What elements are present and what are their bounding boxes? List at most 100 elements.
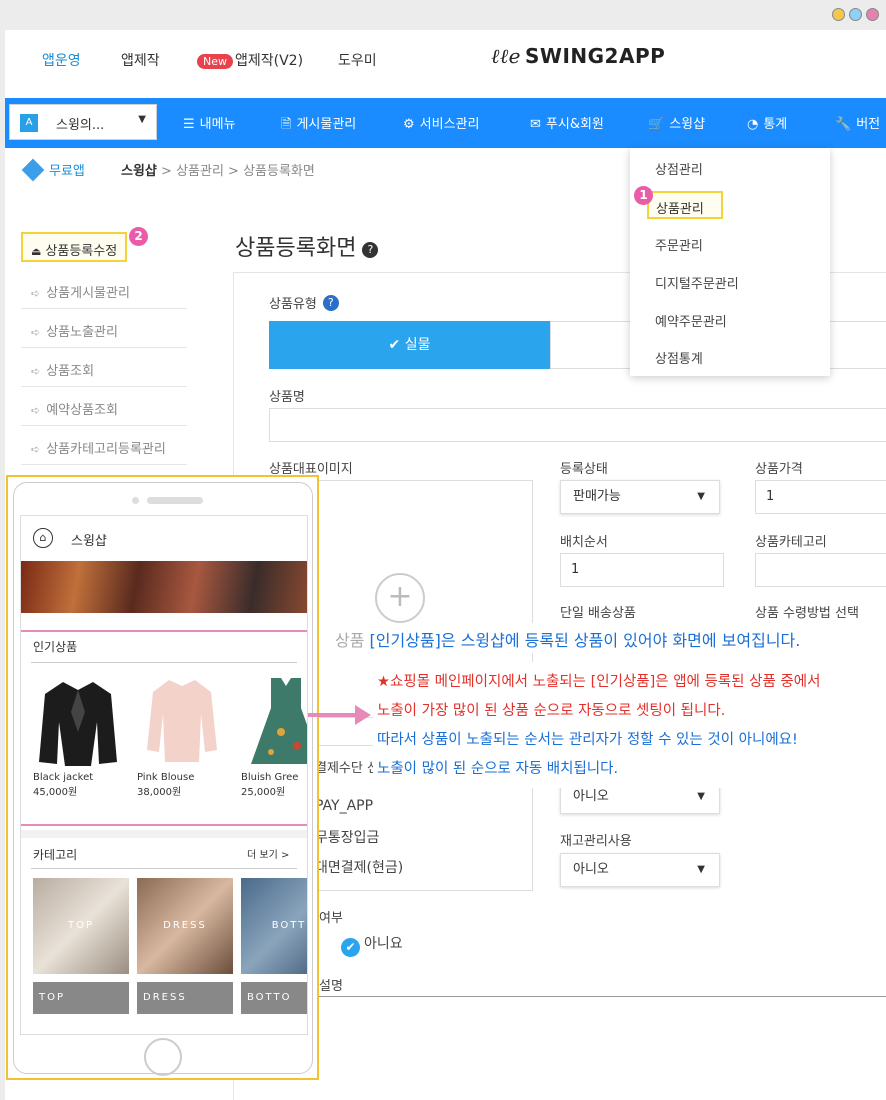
app-selector[interactable]: A 스윙의... ▼ bbox=[9, 104, 157, 140]
nav-app-operation[interactable]: 앱운영 bbox=[42, 50, 81, 70]
page-title: 상품등록화면? bbox=[235, 230, 379, 262]
menu-swing-shop[interactable]: 🛒 스윙샵 bbox=[648, 113, 705, 132]
nav-app-create[interactable]: 앱제작 bbox=[121, 50, 160, 70]
callout-line-4: 따라서 상품이 노출되는 순서는 관리자가 정할 수 있는 것이 아니에요! bbox=[377, 732, 798, 748]
radio-no[interactable]: ✔ 아니요 bbox=[341, 933, 403, 957]
shop-name: 스윙샵 bbox=[71, 534, 107, 549]
select-value: 아니오 bbox=[573, 789, 609, 804]
dropdown-item-shop-stats[interactable]: 상점통계 bbox=[655, 348, 703, 367]
minimize-dot-icon[interactable] bbox=[832, 8, 845, 21]
menu-label: 통계 bbox=[763, 117, 788, 132]
menu-my-menu[interactable]: ☰ 내메뉴 bbox=[183, 113, 236, 132]
breadcrumb-path: 스윙샵 > 상품관리 > 상품등록화면 bbox=[121, 160, 315, 179]
callout-line-5: 노출이 많이 된 순으로 자동 배치됩니다. bbox=[377, 761, 619, 777]
price-label: 상품가격 bbox=[755, 462, 803, 477]
phone-screen: ⌂ 스윙샵 인기상품 Black jacket 45,000원 Pink Blo… bbox=[20, 515, 308, 1035]
menu-stats[interactable]: ◔ 통계 bbox=[747, 113, 787, 132]
app-icon: A bbox=[20, 114, 38, 132]
help-icon[interactable]: ? bbox=[362, 242, 379, 258]
dropdown-item-digital-order[interactable]: 디지털주문관리 bbox=[655, 273, 739, 292]
product-name-input[interactable] bbox=[269, 408, 886, 442]
sidebar-item-label: 상품등록수정 bbox=[45, 244, 118, 259]
callout-line-1: [인기상품]은 스윙샵에 등록된 상품이 있어야 화면에 보여집니다. bbox=[369, 631, 801, 650]
option-yesno-label: 여부 bbox=[319, 911, 343, 926]
menu-label: 푸시&회원 bbox=[545, 117, 604, 132]
single-ship-label: 단일 배송상품 bbox=[560, 606, 636, 621]
menu-label: 버전 bbox=[856, 117, 881, 132]
phone-mockup: ⌂ 스윙샵 인기상품 Black jacket 45,000원 Pink Blo… bbox=[13, 482, 313, 1076]
sidebar-item-label: 예약상품조회 bbox=[46, 403, 118, 418]
shop-banner[interactable] bbox=[21, 561, 307, 613]
crumb-product-mgmt[interactable]: 상품관리 bbox=[176, 164, 224, 179]
stock-select[interactable]: 아니오 ▼ bbox=[560, 853, 720, 887]
category-card-bottom[interactable]: BOTT BOTTO bbox=[241, 878, 307, 1014]
popular-products-highlight bbox=[21, 630, 307, 826]
close-dot-icon[interactable] bbox=[866, 8, 879, 21]
home-icon[interactable]: ⌂ bbox=[33, 528, 53, 548]
sidebar-item-product-register[interactable]: ⏏ 상품등록수정 bbox=[21, 232, 128, 262]
category-card-dress[interactable]: DRESS DRESS bbox=[137, 878, 233, 1014]
sidebar-item-label: 상품조회 bbox=[46, 364, 95, 379]
dropdown-item-shop-mgmt[interactable]: 상점관리 bbox=[655, 159, 703, 178]
wrench-icon: 🔧 bbox=[835, 117, 852, 132]
hamburger-icon: ☰ bbox=[183, 117, 195, 132]
status-select[interactable]: 판매가능 ▼ bbox=[560, 480, 720, 514]
category-more-link[interactable]: 더 보기 > bbox=[247, 846, 289, 861]
link-icon: ➪ bbox=[31, 326, 41, 339]
category-overlay-text: TOP bbox=[67, 920, 94, 931]
speaker bbox=[147, 497, 203, 504]
link-icon: ➪ bbox=[31, 443, 41, 456]
divider bbox=[31, 868, 297, 869]
dropdown-item-reserve-order[interactable]: 예약주문관리 bbox=[655, 311, 727, 330]
link-icon: ➪ bbox=[31, 365, 41, 378]
menu-version[interactable]: 🔧 버전 bbox=[835, 113, 880, 132]
sidebar-item-label: 상품카테고리등록관리 bbox=[46, 442, 166, 457]
nav-app-create-v2[interactable]: New 앱제작(V2) bbox=[197, 50, 303, 70]
price-input[interactable]: 1 bbox=[755, 480, 886, 514]
app-selector-label: 스윙의... bbox=[56, 118, 105, 133]
menu-push-members[interactable]: ✉ 푸시&회원 bbox=[530, 113, 604, 132]
menu-posts[interactable]: 🗎 게시물관리 bbox=[281, 113, 356, 137]
sidebar-item-product-exposure[interactable]: ➪ 상품노출관리 bbox=[21, 309, 187, 348]
category-card-top[interactable]: TOP TOP bbox=[33, 878, 129, 1014]
product-name-label: 상품명 bbox=[269, 390, 305, 405]
top-nav: 앱운영 앱제작 New 앱제작(V2) 도우미 ℓℓe SWING2APP bbox=[5, 30, 886, 98]
sidebar-item-product-lookup[interactable]: ➪ 상품조회 bbox=[21, 348, 187, 387]
select-value: 판매가능 bbox=[573, 489, 621, 504]
mail-icon: ✉ bbox=[530, 117, 541, 132]
order-input[interactable]: 1 bbox=[560, 553, 724, 587]
dropdown-item-order-mgmt[interactable]: 주문관리 bbox=[655, 235, 703, 254]
sidebar-item-reserve-lookup[interactable]: ➪ 예약상품조회 bbox=[21, 387, 187, 426]
check-icon: ✔ bbox=[341, 938, 360, 957]
category-label: TOP bbox=[33, 982, 129, 1014]
phone-home-button[interactable] bbox=[144, 1038, 182, 1076]
logo-script: ℓℓe bbox=[491, 44, 521, 68]
category-input[interactable] bbox=[755, 553, 886, 587]
sidebar-item-product-posts[interactable]: ➪ 상품게시물관리 bbox=[21, 270, 187, 309]
dropdown-item-product-mgmt[interactable]: 상품관리 bbox=[647, 191, 723, 219]
caret-down-icon: ▼ bbox=[697, 864, 705, 875]
tray-icon: ⏏ bbox=[31, 245, 42, 258]
help-icon[interactable]: ? bbox=[322, 295, 339, 311]
logo[interactable]: ℓℓe SWING2APP bbox=[491, 44, 665, 69]
category-title: 카테고리 bbox=[33, 848, 78, 862]
stock-label: 재고관리사용 bbox=[560, 834, 632, 849]
free-app-link[interactable]: 무료앱 bbox=[21, 158, 85, 182]
step-badge-1: 1 bbox=[634, 186, 653, 205]
sidebar-item-category-mgmt[interactable]: ➪ 상품카테고리등록관리 bbox=[21, 426, 187, 465]
cart-icon: 🛒 bbox=[648, 117, 665, 132]
gear-icon: ⚙ bbox=[403, 117, 415, 132]
product-type-physical[interactable]: ✔ 실물 bbox=[269, 321, 550, 369]
divider bbox=[305, 996, 886, 997]
menu-label: 게시물관리 bbox=[296, 117, 357, 132]
maximize-dot-icon[interactable] bbox=[849, 8, 862, 21]
logo-text: SWING2APP bbox=[525, 44, 666, 68]
link-icon: ➪ bbox=[31, 287, 41, 300]
crumb-shop[interactable]: 스윙샵 bbox=[121, 164, 157, 179]
category-image: TOP bbox=[33, 878, 129, 974]
camera-dot bbox=[132, 497, 139, 504]
nav-help[interactable]: 도우미 bbox=[338, 50, 377, 70]
menu-services[interactable]: ⚙ 서비스관리 bbox=[403, 113, 479, 132]
plus-icon[interactable]: + bbox=[375, 573, 425, 623]
link-icon: ➪ bbox=[31, 404, 41, 417]
